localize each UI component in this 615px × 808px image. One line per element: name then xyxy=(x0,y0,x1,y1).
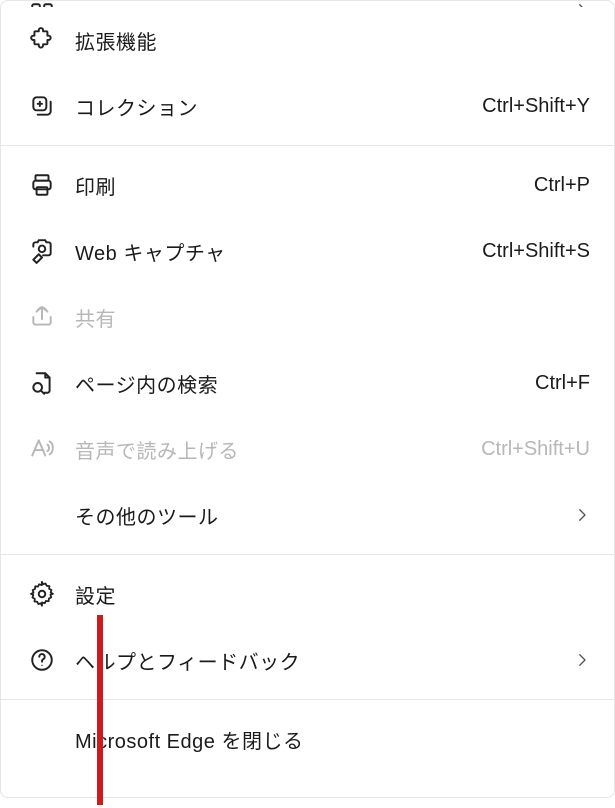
menu-item-print[interactable]: 印刷 Ctrl+P xyxy=(1,152,614,218)
menu-item-settings[interactable]: 設定 xyxy=(1,561,614,627)
menu-item-label: アプリ xyxy=(59,1,568,7)
menu-item-read-aloud: 音声で読み上げる Ctrl+Shift+U xyxy=(1,416,614,482)
menu-item-label: 音声で読み上げる xyxy=(59,435,481,464)
annotation-highlight xyxy=(97,615,103,805)
menu-item-share: 共有 xyxy=(1,284,614,350)
menu-item-label: ページ内の検索 xyxy=(59,369,535,398)
collections-icon xyxy=(25,93,59,119)
menu-item-help-feedback[interactable]: ヘルプとフィードバック xyxy=(1,627,614,693)
menu-item-label: Microsoft Edge を閉じる xyxy=(59,725,596,754)
read-aloud-icon xyxy=(25,436,59,462)
menu-item-shortcut: Ctrl+Shift+S xyxy=(482,240,596,263)
menu-item-extensions[interactable]: 拡張機能 xyxy=(1,7,614,73)
chevron-right-icon xyxy=(568,506,596,524)
apps-icon xyxy=(25,1,59,7)
menu-item-shortcut: Ctrl+Shift+U xyxy=(481,438,596,461)
menu-item-shortcut: Ctrl+Shift+Y xyxy=(482,95,596,118)
gear-icon xyxy=(25,581,59,607)
menu-item-label: ヘルプとフィードバック xyxy=(59,646,568,675)
menu-item-shortcut: Ctrl+P xyxy=(534,174,596,197)
print-icon xyxy=(25,172,59,198)
menu-item-label: 拡張機能 xyxy=(59,26,596,55)
find-on-page-icon xyxy=(25,370,59,396)
menu-separator xyxy=(1,699,614,700)
menu-item-more-tools[interactable]: その他のツール xyxy=(1,482,614,548)
menu-item-web-capture[interactable]: Web キャプチャ Ctrl+Shift+S xyxy=(1,218,614,284)
menu-separator xyxy=(1,145,614,146)
menu-item-label: 印刷 xyxy=(59,171,534,200)
menu-item-label: Web キャプチャ xyxy=(59,237,482,266)
extensions-icon xyxy=(25,27,59,53)
share-icon xyxy=(25,304,59,330)
menu-separator xyxy=(1,554,614,555)
menu-item-collections[interactable]: コレクション Ctrl+Shift+Y xyxy=(1,73,614,139)
chevron-right-icon xyxy=(568,651,596,669)
menu-item-find-on-page[interactable]: ページ内の検索 Ctrl+F xyxy=(1,350,614,416)
browser-overflow-menu: アプリ 拡張機能 コレクション Ctrl+Shift+Y xyxy=(0,0,615,798)
menu-item-shortcut: Ctrl+F xyxy=(535,372,596,395)
menu-item-label: 設定 xyxy=(59,580,596,609)
chevron-right-icon xyxy=(568,1,596,7)
menu-item-label: その他のツール xyxy=(59,501,568,530)
menu-item-label: 共有 xyxy=(59,303,596,332)
menu-item-label: コレクション xyxy=(59,92,482,121)
menu-item-apps[interactable]: アプリ xyxy=(1,1,614,7)
menu-item-close-edge[interactable]: Microsoft Edge を閉じる xyxy=(1,706,614,772)
help-icon xyxy=(25,647,59,673)
web-capture-icon xyxy=(25,238,59,264)
